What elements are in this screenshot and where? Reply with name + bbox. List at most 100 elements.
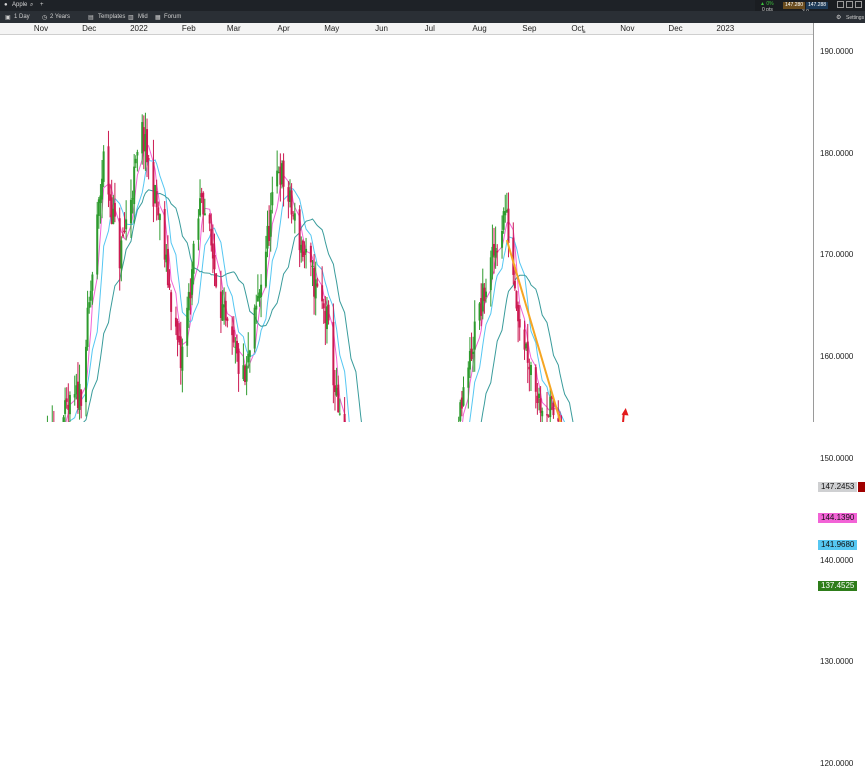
- candle-body: [260, 284, 263, 298]
- candle-body: [494, 247, 497, 258]
- candle-body: [215, 273, 218, 287]
- x-tick-label: Dec: [668, 24, 683, 33]
- y-tick-label: 120.0000: [820, 758, 854, 768]
- settings-button[interactable]: Settings: [846, 15, 864, 21]
- search-icon[interactable]: ⌕: [30, 2, 33, 9]
- clock-icon: ◷: [42, 15, 48, 21]
- candle-body: [123, 230, 126, 232]
- plus-icon[interactable]: +: [40, 2, 44, 8]
- candle-body: [264, 251, 267, 287]
- chart-toolbar: ▣ 1 Day ◷ 2 Years ▤ Templates ▥ Mid ▦ Fo…: [0, 11, 865, 23]
- candle-body: [541, 410, 544, 417]
- candle-body: [107, 146, 110, 195]
- projection-arrow-head: [621, 407, 629, 416]
- x-tick-label: Mar: [226, 24, 241, 33]
- candle-body: [255, 305, 258, 310]
- y-tick-label: 130.0000: [820, 657, 854, 667]
- candle-body: [539, 398, 542, 413]
- candle-body: [73, 394, 76, 398]
- candle-body: [202, 192, 205, 215]
- y-tick-label: 190.0000: [820, 47, 854, 56]
- candle-body: [309, 245, 312, 263]
- candle-body: [507, 208, 510, 244]
- candle-body: [80, 389, 83, 406]
- candle-body: [68, 394, 71, 415]
- gear-icon: ⚙: [836, 15, 842, 21]
- y-tick-label: 150.0000: [820, 453, 854, 463]
- candle-body: [293, 213, 296, 221]
- price-chart[interactable]: [0, 34, 813, 422]
- price-label-resistance[interactable]: 147.2453: [818, 481, 858, 492]
- candle-body: [213, 255, 216, 270]
- x-tick-label: 2022: [130, 24, 148, 33]
- candle-body: [203, 213, 206, 216]
- candle-body: [529, 365, 532, 376]
- price-type-icon: ▥: [128, 15, 134, 21]
- candle-body: [226, 318, 229, 321]
- candle-body: [210, 228, 213, 246]
- candle-body: [338, 413, 341, 415]
- candle-body: [322, 303, 325, 309]
- calendar-icon: ▣: [5, 15, 11, 21]
- candle-body: [166, 248, 169, 286]
- ask-price[interactable]: 147.288: [806, 2, 829, 9]
- candle-body: [484, 291, 487, 297]
- candle-body: [91, 274, 94, 291]
- resistance-marker: [858, 481, 865, 492]
- candle-body: [473, 321, 476, 350]
- candle-body: [125, 219, 128, 230]
- candle-body: [84, 346, 87, 403]
- candle-body: [332, 321, 335, 386]
- y-tick-label: 160.0000: [820, 352, 854, 362]
- candle-body: [517, 304, 520, 322]
- price-label-ma-fast[interactable]: 144.1390: [818, 513, 858, 524]
- instrument-title[interactable]: Apple: [12, 2, 27, 8]
- minimize-icon[interactable]: [837, 1, 844, 8]
- candle-body: [248, 350, 251, 357]
- price-label-support[interactable]: 137.4525: [818, 581, 858, 592]
- candle-body: [298, 209, 301, 251]
- candle-body: [199, 198, 202, 216]
- candle-body: [158, 214, 161, 221]
- candle-body: [62, 417, 65, 422]
- candle-body: [518, 319, 521, 328]
- candle-body: [501, 231, 504, 248]
- candle-body: [88, 302, 91, 308]
- x-tick-label: Sep: [522, 24, 537, 33]
- templates-icon: ▤: [88, 15, 94, 21]
- candle-body: [489, 257, 492, 291]
- candle-body: [129, 199, 132, 224]
- candle-body: [305, 248, 308, 253]
- range-button[interactable]: 2 Years: [50, 14, 70, 20]
- candle-body: [271, 192, 274, 206]
- candle-body: [96, 214, 99, 275]
- price-label-ma-mid[interactable]: 141.9680: [818, 540, 858, 551]
- y-tick-label: 170.0000: [820, 250, 854, 260]
- candle-body: [181, 346, 184, 371]
- x-tick-label: Jun: [375, 24, 389, 33]
- candle-body: [133, 166, 136, 205]
- candle-body: [496, 250, 499, 253]
- candle-body: [327, 304, 330, 321]
- price-type-button[interactable]: Mid: [138, 14, 148, 20]
- candle-body: [253, 307, 256, 349]
- restore-icon[interactable]: [846, 1, 853, 8]
- candle-body: [245, 365, 248, 382]
- candle-body: [86, 307, 89, 347]
- apple-logo-icon: ●: [4, 2, 8, 8]
- price-axis[interactable]: [813, 23, 865, 422]
- candle-body: [102, 151, 105, 182]
- candle-body: [314, 279, 317, 299]
- projection-arrow-line: [622, 413, 625, 422]
- forum-button[interactable]: Forum: [164, 14, 181, 20]
- candle-body: [168, 283, 171, 288]
- bid-price[interactable]: 147.280: [783, 2, 806, 9]
- y-tick-label: 140.0000: [820, 555, 854, 565]
- y-tick-label: 180.0000: [820, 148, 854, 158]
- candle-body: [337, 384, 340, 413]
- candle-body: [526, 341, 529, 363]
- close-icon[interactable]: [855, 1, 862, 8]
- candle-body: [549, 396, 552, 418]
- timeframe-button[interactable]: 1 Day: [14, 14, 30, 20]
- templates-button[interactable]: Templates: [98, 14, 125, 20]
